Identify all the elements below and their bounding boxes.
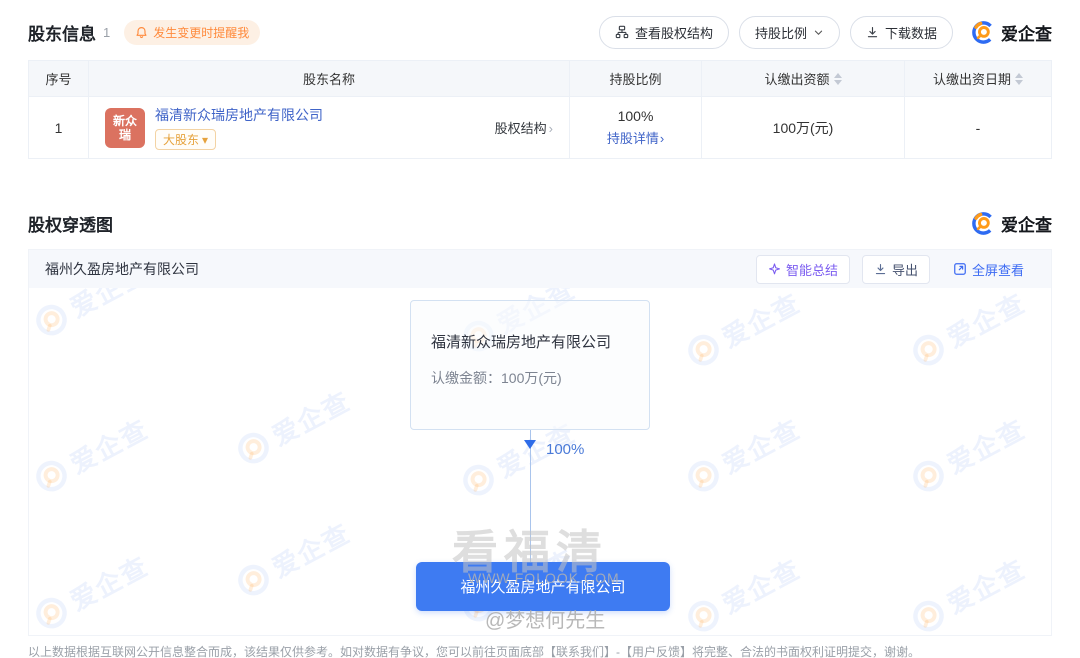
download-icon — [874, 263, 887, 276]
aiqicha-logo-text: 爱企查 — [1001, 20, 1052, 45]
parent-node-amount: 认缴金额：100万(元) — [431, 368, 629, 388]
penetration-section-header: 股权穿透图 爱企查 — [28, 207, 1052, 239]
ratio-value: 100% — [618, 108, 654, 124]
major-shareholder-tag[interactable]: 大股东 ▾ — [155, 129, 216, 150]
col-shareholder-name: 股东名称 — [89, 61, 570, 97]
penetration-toolbar: 福州久盈房地产有限公司 智能总结 导出 — [29, 250, 1051, 288]
disclaimer-text: 以上数据根据互联网公开信息整合而成，该结果仅供参考。如对数据有争议，您可以前往页… — [28, 643, 1052, 658]
shareholder-section-header: 股东信息 1 发生变更时提醒我 查看股权结构 持股比例 — [28, 16, 1052, 48]
col-index: 序号 — [29, 61, 89, 97]
equity-structure-link[interactable]: 股权结构› — [495, 118, 553, 137]
shareholder-table: 序号 股东名称 持股比例 认缴出资额 认缴出资日期 1 — [28, 60, 1052, 159]
remind-on-change-button[interactable]: 发生变更时提醒我 — [124, 20, 260, 45]
table-row: 1 新众 瑞 福清新众瑞房地产有限公司 大股东 ▾ — [29, 97, 1052, 159]
row-index: 1 — [29, 97, 89, 159]
aiqicha-watermark: 爱企查 — [680, 288, 807, 374]
aiqicha-watermark: 爱企查 — [29, 288, 154, 344]
fullscreen-button[interactable]: 全屏查看 — [942, 256, 1035, 283]
table-header-row: 序号 股东名称 持股比例 认缴出资额 认缴出资日期 — [29, 61, 1052, 97]
arrow-down-icon — [524, 440, 536, 449]
holding-detail-link[interactable]: 持股详情› — [607, 128, 664, 147]
chevron-down-icon — [813, 27, 824, 38]
download-icon — [866, 26, 879, 39]
shareholder-actions: 查看股权结构 持股比例 下载数据 爱企查 — [599, 16, 1052, 49]
view-equity-structure-button[interactable]: 查看股权结构 — [599, 16, 729, 49]
caret-down-icon: ▾ — [202, 133, 208, 147]
shareholder-company-link[interactable]: 福清新众瑞房地产有限公司 — [155, 105, 323, 125]
date-value: - — [905, 97, 1052, 159]
view-equity-structure-label: 查看股权结构 — [635, 23, 713, 42]
page: 股东信息 1 发生变更时提醒我 查看股权结构 持股比例 — [0, 0, 1080, 658]
aiqicha-watermark: 爱企查 — [680, 549, 807, 635]
aiqicha-logo[interactable]: 爱企查 — [971, 211, 1052, 236]
col-amount: 认缴出资额 — [702, 61, 905, 97]
shareholder-name-cell: 新众 瑞 福清新众瑞房地产有限公司 大股东 ▾ 股权结构› — [89, 105, 569, 150]
col-date: 认缴出资日期 — [905, 61, 1052, 97]
chevron-right-icon: › — [660, 131, 664, 146]
parent-node-name: 福清新众瑞房地产有限公司 — [431, 331, 629, 352]
chevron-right-icon: › — [549, 121, 553, 136]
aiqicha-watermark: 爱企查 — [230, 513, 357, 604]
fullscreen-icon — [953, 262, 967, 276]
aiqicha-logo-icon — [971, 211, 996, 236]
ratio-filter-dropdown[interactable]: 持股比例 — [739, 16, 840, 49]
sort-date-button[interactable] — [1015, 73, 1023, 85]
current-company-name: 福州久盈房地产有限公司 — [45, 259, 199, 279]
aiqicha-watermark: 爱企查 — [905, 549, 1032, 635]
aiqicha-watermark: 爱企查 — [230, 381, 357, 472]
child-node-name: 福州久盈房地产有限公司 — [460, 576, 625, 597]
bell-icon — [135, 26, 148, 39]
parent-company-node[interactable]: 福清新众瑞房地产有限公司 认缴金额：100万(元) — [410, 300, 650, 430]
child-company-node[interactable]: 福州久盈房地产有限公司 — [416, 562, 670, 611]
aiqicha-logo-text: 爱企查 — [1001, 211, 1052, 236]
penetration-title: 股权穿透图 — [28, 211, 113, 236]
remind-label: 发生变更时提醒我 — [153, 24, 249, 41]
amount-value: 100万(元) — [702, 97, 905, 159]
aiqicha-logo-icon — [971, 20, 996, 45]
export-button[interactable]: 导出 — [862, 255, 930, 284]
aiqicha-logo[interactable]: 爱企查 — [971, 20, 1052, 45]
shareholder-count: 1 — [103, 25, 110, 40]
ai-summary-button[interactable]: 智能总结 — [756, 255, 850, 284]
penetration-chart-canvas: 爱企查爱企查爱企查爱企查爱企查爱企查爱企查爱企查爱企查爱企查爱企查爱企查爱企查爱… — [29, 288, 1051, 635]
penetration-panel: 福州久盈房地产有限公司 智能总结 导出 — [28, 249, 1052, 636]
col-ratio: 持股比例 — [570, 61, 702, 97]
aiqicha-watermark: 爱企查 — [29, 409, 154, 500]
ownership-percentage-label: 100% — [546, 441, 584, 458]
aiqicha-watermark: 爱企查 — [905, 409, 1032, 500]
aiqicha-watermark: 爱企查 — [680, 409, 807, 500]
ownership-edge-line — [530, 430, 531, 562]
aiqicha-watermark: 爱企查 — [29, 546, 154, 635]
avatar: 新众 瑞 — [105, 108, 145, 148]
shareholder-title: 股东信息 — [28, 20, 96, 45]
sort-amount-button[interactable] — [834, 73, 842, 85]
ratio-filter-label: 持股比例 — [755, 23, 807, 42]
aiqicha-watermark: 爱企查 — [905, 288, 1032, 374]
sparkle-icon — [768, 263, 781, 276]
download-data-label: 下载数据 — [885, 23, 937, 42]
download-data-button[interactable]: 下载数据 — [850, 16, 953, 49]
org-chart-icon — [615, 25, 629, 39]
